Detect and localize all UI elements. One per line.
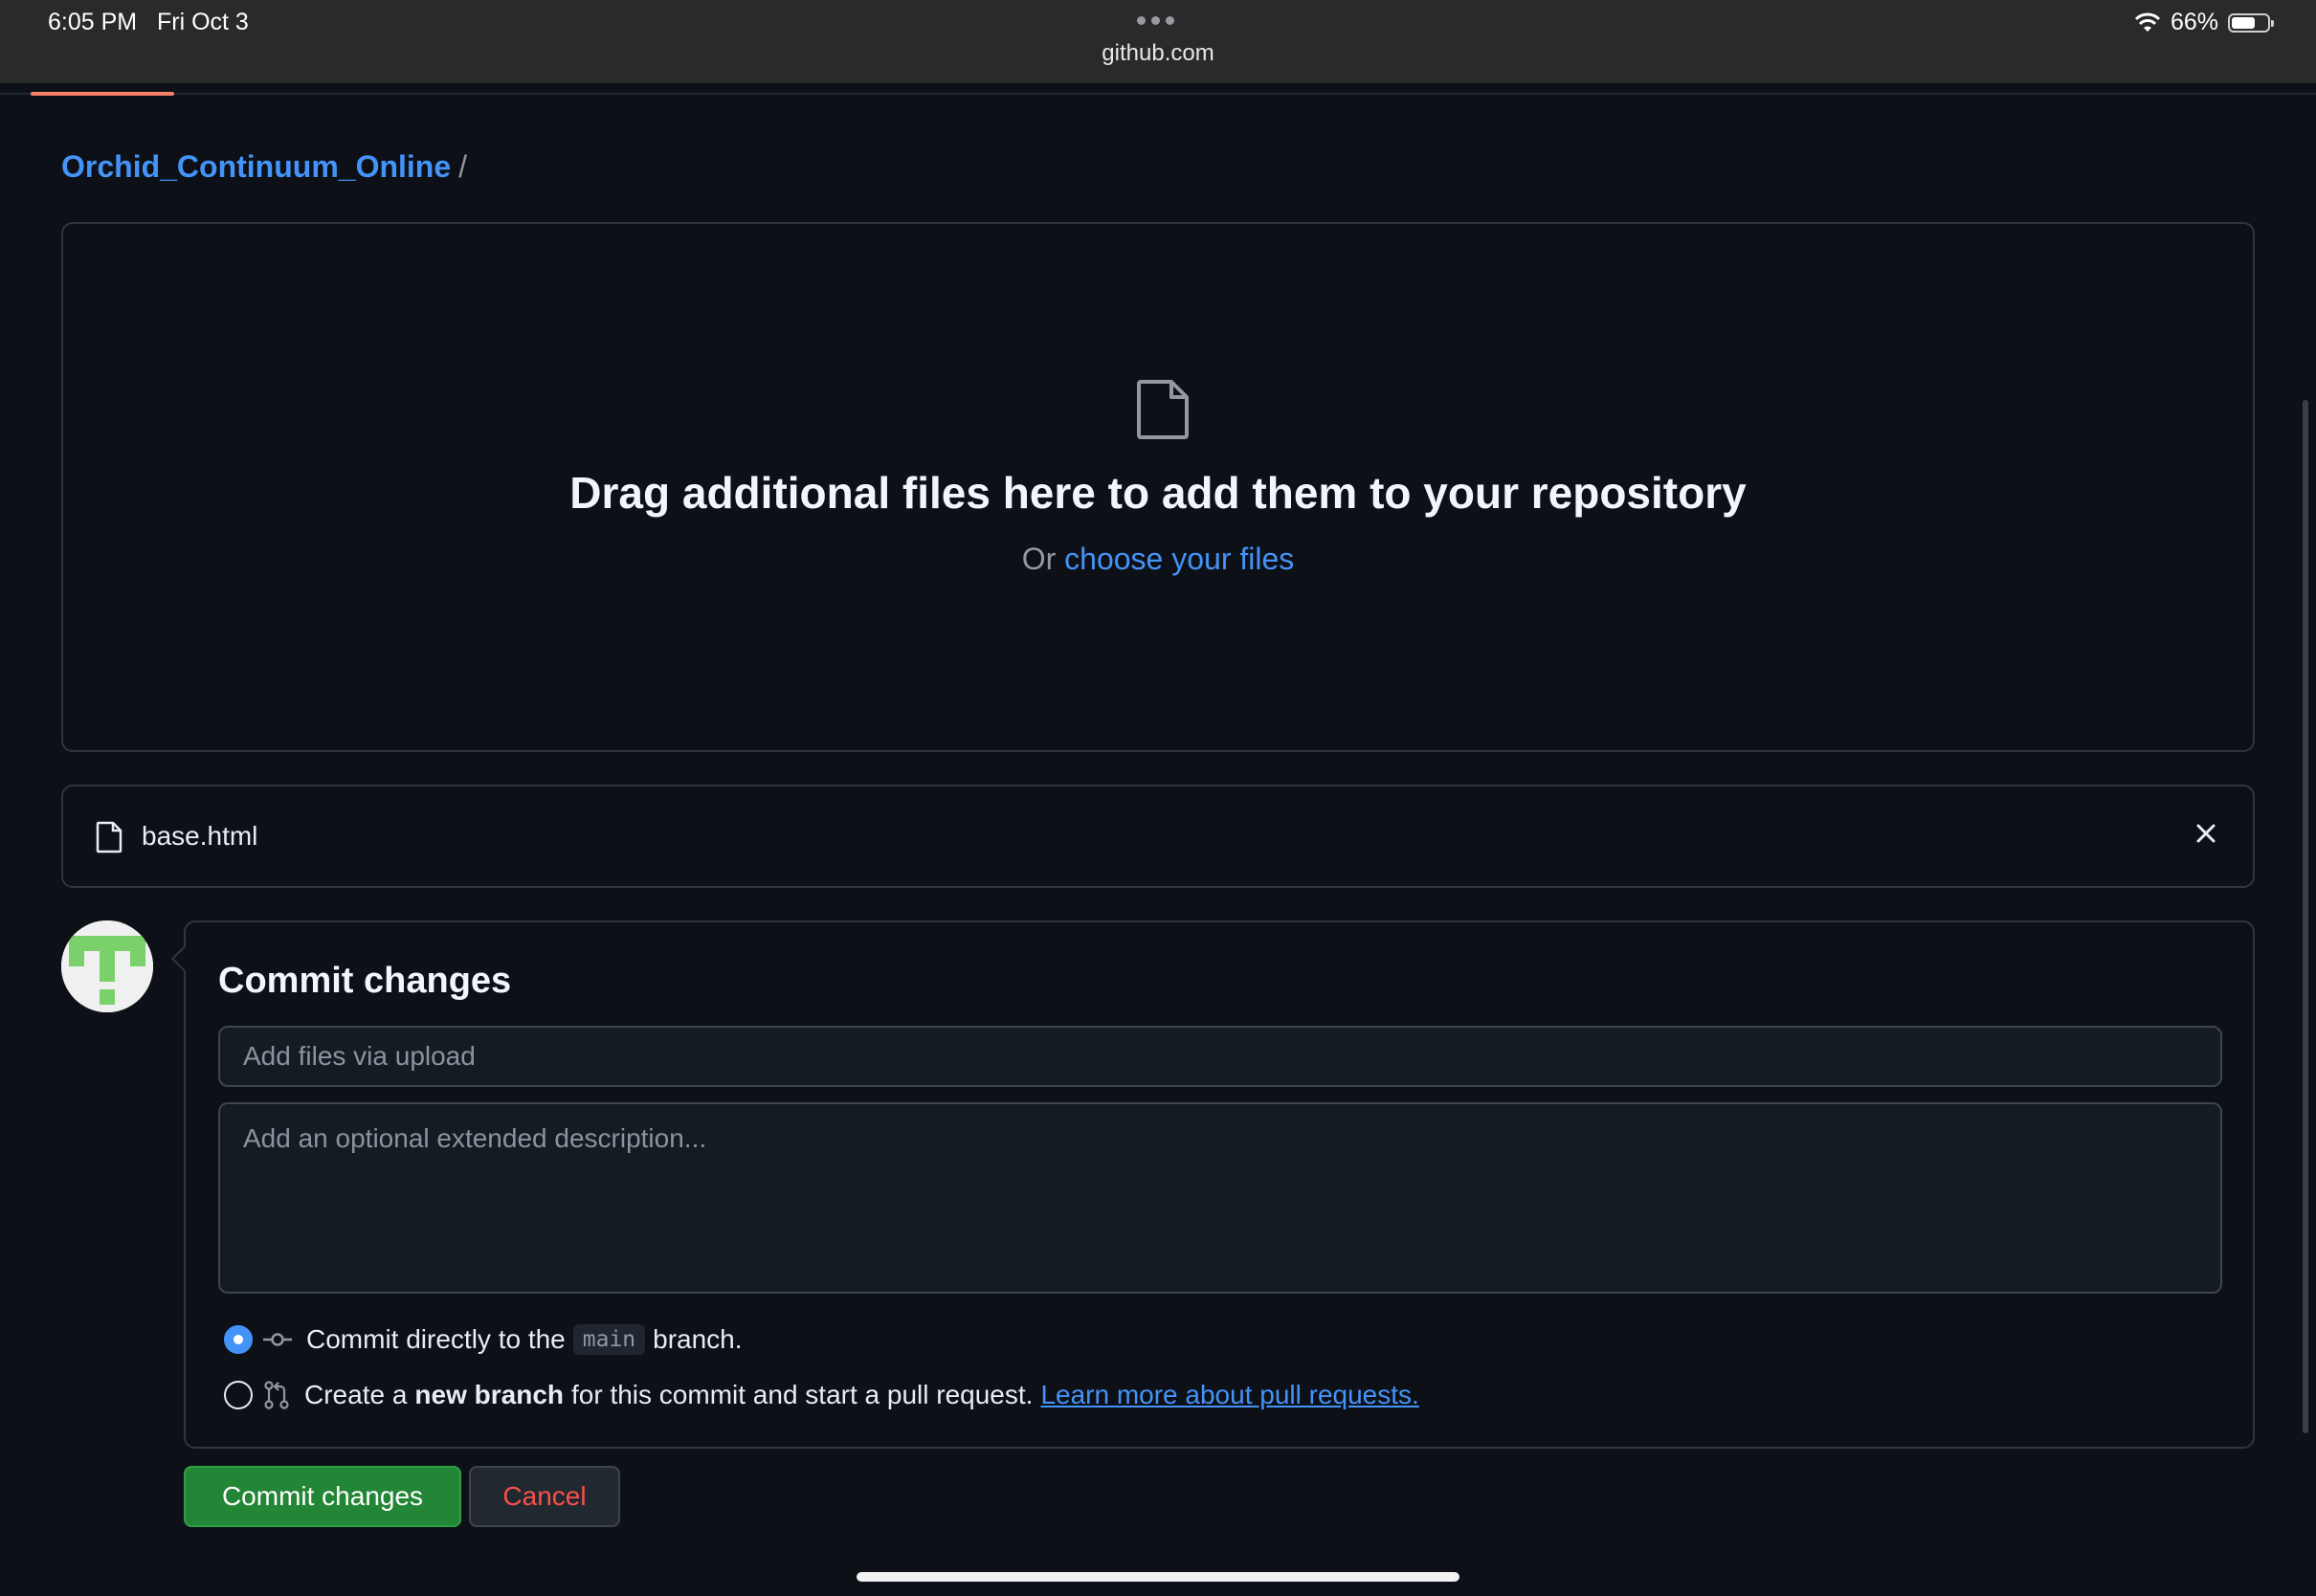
commit-direct-option[interactable]: Commit directly to the main branch.	[224, 1324, 743, 1355]
commit-description-input[interactable]	[218, 1102, 2222, 1294]
identicon-image	[61, 920, 153, 1012]
status-indicators: 66%	[2134, 9, 2274, 36]
page-load-progress	[31, 92, 174, 96]
status-time: 6:05 PM	[48, 9, 138, 35]
new-branch-option[interactable]: Create a new branch for this commit and …	[224, 1380, 1419, 1410]
commit-summary-input[interactable]	[218, 1026, 2222, 1087]
commit-title: Commit changes	[218, 961, 512, 1001]
dropzone-subtitle: Or choose your files	[63, 542, 2253, 577]
battery-percent: 66%	[2170, 9, 2218, 35]
git-commit-icon	[262, 1330, 293, 1349]
page-scrollbar[interactable]	[2303, 400, 2308, 1433]
close-icon[interactable]	[2194, 821, 2218, 846]
learn-more-pull-requests-link[interactable]: Learn more about pull requests.	[1040, 1380, 1418, 1410]
commit-form: Commit changes Commit directly to the ma…	[184, 920, 2255, 1449]
address-bar-url[interactable]: github.com	[0, 40, 2316, 67]
status-date: Fri Oct 3	[157, 9, 249, 35]
new-branch-suffix: for this commit and start a pull request…	[571, 1380, 1034, 1409]
commit-changes-button[interactable]: Commit changes	[184, 1466, 461, 1527]
browser-status-bar: 6:05 PM Fri Oct 3 github.com 66%	[0, 0, 2316, 83]
home-indicator[interactable]	[857, 1572, 1459, 1582]
commit-direct-suffix: branch.	[653, 1324, 743, 1354]
new-branch-prefix: Create a	[304, 1380, 408, 1409]
repo-link[interactable]: Orchid_Continuum_Online	[61, 149, 451, 184]
battery-icon	[2228, 12, 2274, 33]
file-dropzone[interactable]: Drag additional files here to add them t…	[61, 222, 2255, 752]
dropzone-or-text: Or	[1021, 542, 1057, 576]
wifi-icon	[2134, 12, 2161, 32]
more-dots-icon[interactable]	[1137, 16, 1174, 25]
page-divider	[0, 93, 2316, 95]
branch-name: main	[572, 1324, 646, 1355]
avatar[interactable]	[61, 920, 153, 1012]
file-icon	[96, 821, 122, 853]
file-icon	[1137, 380, 1189, 439]
cancel-button[interactable]: Cancel	[469, 1466, 620, 1527]
file-name: base.html	[142, 821, 258, 851]
new-branch-bold: new branch	[414, 1380, 564, 1409]
breadcrumb: Orchid_Continuum_Online /	[61, 149, 467, 185]
git-pull-request-icon	[262, 1380, 291, 1410]
choose-files-link[interactable]: choose your files	[1064, 542, 1294, 576]
dropzone-title: Drag additional files here to add them t…	[569, 468, 1747, 518]
breadcrumb-separator: /	[458, 149, 468, 184]
uploaded-file-row: base.html	[61, 785, 2255, 888]
commit-direct-radio[interactable]	[224, 1325, 253, 1354]
commit-direct-prefix: Commit directly to the	[306, 1324, 566, 1354]
new-branch-radio[interactable]	[224, 1381, 253, 1409]
